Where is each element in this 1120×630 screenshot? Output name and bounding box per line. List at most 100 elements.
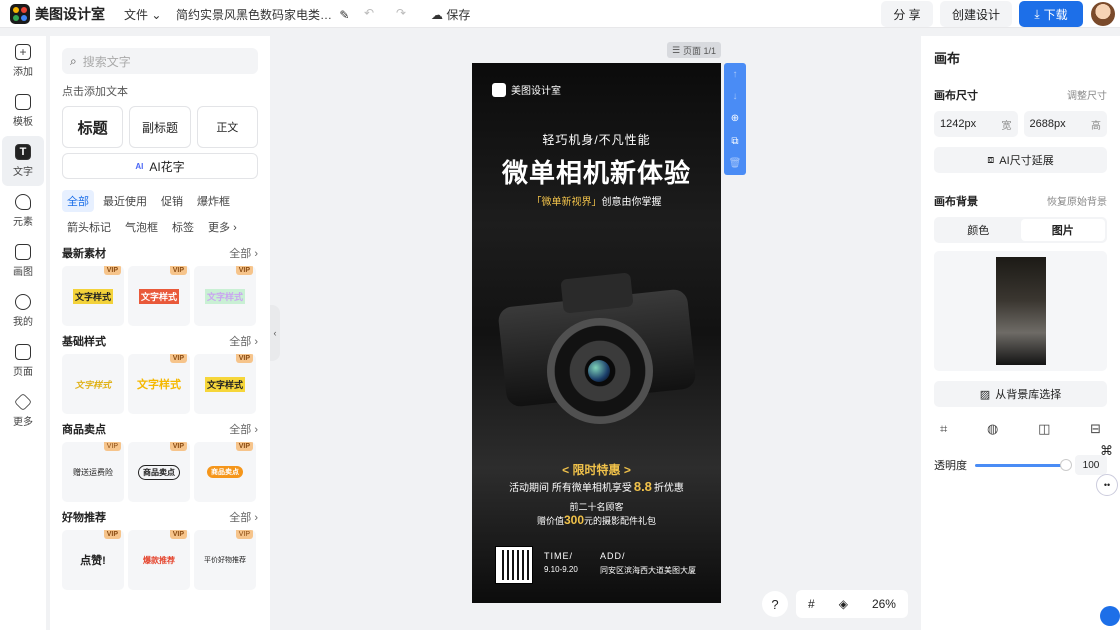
ai-text-label: AI花字 bbox=[149, 159, 185, 174]
sticker-card[interactable]: VIP 文字样式 bbox=[194, 354, 256, 414]
logo-icon bbox=[10, 4, 30, 24]
zoom-level[interactable]: 26% bbox=[872, 597, 896, 611]
file-menu[interactable]: 文件 ⌄ bbox=[124, 6, 161, 23]
filter-all[interactable]: 全部 bbox=[62, 190, 94, 212]
sticker-card[interactable]: VIP 商品卖点 bbox=[194, 442, 256, 502]
share-button[interactable]: 分 享 bbox=[881, 1, 933, 27]
rail-item-text[interactable]: T 文字 bbox=[2, 136, 44, 186]
view-all-link[interactable]: 全部 › bbox=[229, 333, 258, 349]
slider-handle[interactable] bbox=[1060, 458, 1072, 471]
poster-promo-line2: 前二十名顾客 bbox=[569, 502, 624, 512]
redo-icon[interactable]: ↷ bbox=[396, 6, 406, 20]
feedback-icon[interactable] bbox=[1100, 606, 1120, 626]
view-all-link[interactable]: 全部 › bbox=[229, 421, 258, 437]
ai-extend-button[interactable]: ⧈ AI尺寸延展 bbox=[934, 147, 1107, 173]
app-logo[interactable]: 美图设计室 bbox=[10, 4, 105, 24]
restore-bg-link[interactable]: 恢复原始背景 bbox=[1047, 193, 1107, 209]
search-input[interactable]: ⌕ 搜索文字 bbox=[62, 48, 258, 74]
move-down-icon[interactable]: ↓ bbox=[733, 91, 738, 102]
create-design-button[interactable]: 创建设计 bbox=[940, 1, 1012, 27]
view-all-link[interactable]: 全部 › bbox=[229, 245, 258, 261]
rail-label: 模板 bbox=[13, 117, 33, 128]
bg-library-button[interactable]: ▨ 从背景库选择 bbox=[934, 381, 1107, 407]
grid-icon[interactable]: # bbox=[808, 597, 815, 611]
sticker-text: 赠送运费险 bbox=[73, 467, 113, 477]
edit-icon[interactable]: ✎ bbox=[339, 8, 349, 22]
promo-text: 赠价值 bbox=[536, 516, 564, 526]
filter-icon[interactable]: ◍ bbox=[987, 421, 998, 437]
sticker-card[interactable]: VIP 文字样式 bbox=[128, 266, 190, 326]
rail-item-draw[interactable]: 画图 bbox=[0, 236, 46, 286]
design-canvas[interactable]: 美图设计室 轻巧机身/不凡性能 微单相机新体验 「微单新视界」创意由你掌握 < … bbox=[472, 63, 721, 603]
add-title-button[interactable]: 标题 bbox=[62, 106, 124, 148]
sticker-card[interactable]: VIP 文字样式 bbox=[62, 266, 124, 326]
view-all-label: 全部 bbox=[229, 512, 252, 524]
rail-item-elements[interactable]: 元素 bbox=[0, 186, 46, 236]
search-icon: ⌕ bbox=[70, 53, 77, 68]
flip-vertical-icon[interactable]: ⊟ bbox=[1090, 421, 1101, 437]
rail-item-mine[interactable]: 我的 bbox=[0, 286, 46, 336]
sticker-card[interactable]: 文字样式 bbox=[62, 354, 124, 414]
duplicate-icon[interactable]: ⧉ bbox=[731, 136, 738, 147]
filter-burst[interactable]: 爆炸框 bbox=[192, 190, 235, 212]
download-button[interactable]: ⤓ 下载 bbox=[1019, 1, 1083, 27]
document-title[interactable]: 简约实景风黑色数码家电类… ✎ bbox=[176, 6, 349, 23]
filter-arrow[interactable]: 箭头标记 bbox=[62, 216, 116, 238]
avatar[interactable] bbox=[1091, 2, 1115, 26]
brand-logo-icon bbox=[492, 82, 506, 97]
section-basic: 基础样式 全部 › 文字样式 VIP 文字样式 VIP 文字样式 bbox=[62, 333, 258, 414]
text-icon: T bbox=[15, 144, 31, 160]
opacity-slider[interactable] bbox=[975, 458, 1072, 471]
bg-preview[interactable] bbox=[934, 251, 1107, 371]
save-button[interactable]: ☁ 保存 bbox=[431, 6, 470, 23]
move-up-icon[interactable]: ↑ bbox=[733, 69, 738, 80]
sticker-text: 商品卖点 bbox=[207, 466, 243, 478]
promo-text: 折优惠 bbox=[653, 483, 684, 494]
promo-number: 300 bbox=[563, 513, 585, 527]
sticker-card[interactable]: VIP 文字样式 bbox=[128, 354, 190, 414]
sticker-card[interactable]: VIP 赠送运费险 bbox=[62, 442, 124, 502]
help-button[interactable]: ? bbox=[762, 591, 788, 617]
flip-horizontal-icon[interactable]: ◫ bbox=[1038, 421, 1050, 437]
filter-bubble[interactable]: 气泡框 bbox=[120, 216, 163, 238]
share-label: 分 享 bbox=[893, 7, 921, 22]
add-page-icon[interactable]: ⊕ bbox=[731, 113, 739, 124]
layers-icon[interactable]: ◈ bbox=[839, 597, 848, 611]
rail-label: 元素 bbox=[13, 217, 33, 228]
assistant-icon[interactable]: •• bbox=[1096, 474, 1118, 496]
width-field[interactable]: 1242px 宽 bbox=[934, 111, 1018, 137]
crop-icon[interactable]: ⌗ bbox=[940, 421, 947, 437]
filter-recent[interactable]: 最近使用 bbox=[98, 190, 152, 212]
rail-item-template[interactable]: 模板 bbox=[0, 86, 46, 136]
time-value: 9.10-9.20 bbox=[544, 565, 578, 574]
shortcut-icon[interactable]: ⌘ bbox=[1100, 443, 1113, 459]
poster-time: TIME/ 9.10-9.20 bbox=[544, 551, 578, 574]
filter-more[interactable]: 更多 › bbox=[203, 216, 242, 238]
undo-icon[interactable]: ↶ bbox=[364, 6, 374, 20]
height-field[interactable]: 2688px 高 bbox=[1023, 111, 1107, 137]
adjust-size-link[interactable]: 调整尺寸 bbox=[1067, 87, 1107, 103]
view-all-label: 全部 bbox=[229, 336, 252, 348]
add-subtitle-button[interactable]: 副标题 bbox=[129, 106, 191, 148]
tab-color[interactable]: 颜色 bbox=[936, 219, 1021, 241]
filter-promo[interactable]: 促销 bbox=[156, 190, 188, 212]
rail-item-more[interactable]: 更多 bbox=[0, 386, 46, 436]
sticker-card[interactable]: VIP 平价好物推荐 bbox=[194, 530, 256, 590]
sticker-card[interactable]: VIP 爆款推荐 bbox=[128, 530, 190, 590]
rail-item-add[interactable]: + 添加 bbox=[0, 36, 46, 86]
filter-more-label: 更多 bbox=[208, 222, 230, 234]
delete-icon[interactable]: 🗑 bbox=[729, 158, 742, 169]
sticker-card[interactable]: VIP 文字样式 bbox=[194, 266, 256, 326]
ai-text-button[interactable]: AI AI花字 bbox=[62, 153, 258, 179]
sticker-card[interactable]: VIP 商品卖点 bbox=[128, 442, 190, 502]
page-indicator[interactable]: ☰ 页面 1/1 bbox=[667, 42, 721, 58]
canvas-bg-label: 画布背景 bbox=[934, 196, 978, 208]
tab-image[interactable]: 图片 bbox=[1020, 219, 1105, 241]
sticker-card[interactable]: VIP 点赞! bbox=[62, 530, 124, 590]
add-body-button[interactable]: 正文 bbox=[196, 106, 258, 148]
filter-tag[interactable]: 标签 bbox=[167, 216, 199, 238]
view-all-link[interactable]: 全部 › bbox=[229, 509, 258, 525]
collapse-panel-button[interactable]: ‹ bbox=[270, 305, 280, 361]
height-value: 2688px bbox=[1029, 118, 1066, 130]
rail-item-page[interactable]: 页面 bbox=[0, 336, 46, 386]
